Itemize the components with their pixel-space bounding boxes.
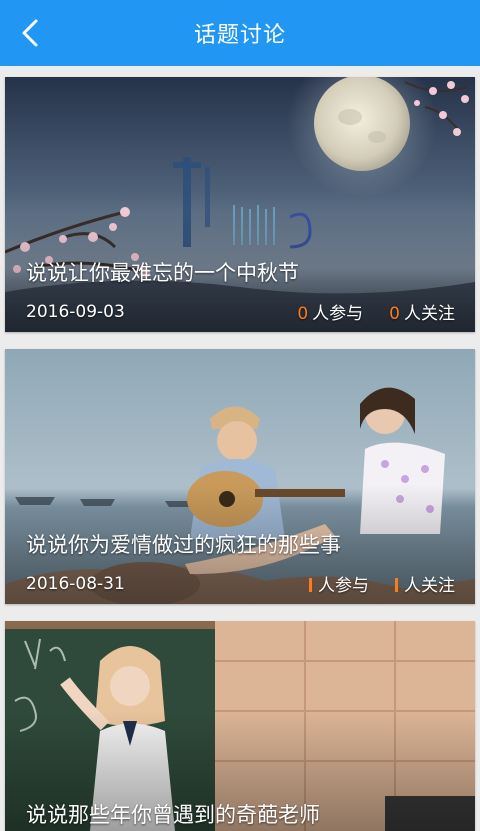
followers-label: 人关注 [404, 576, 455, 596]
topic-meta: 2016-08-31 人参与 人关注 [26, 571, 455, 597]
topic-card[interactable]: 说说那些年你曾遇到的奇葩老师 [5, 621, 475, 831]
topic-card[interactable]: 说说让你最难忘的一个中秋节 2016-09-03 0 人参与 0 人关注 [5, 77, 475, 332]
back-button[interactable] [10, 13, 50, 53]
participants-count [309, 578, 312, 592]
topic-title: 说说那些年你曾遇到的奇葩老师 [26, 803, 320, 827]
followers-count [395, 578, 398, 592]
participants-count: 0 [297, 304, 309, 324]
participants-label: 人参与 [312, 304, 364, 324]
participants-stat: 0 人参与 [297, 299, 363, 324]
topic-date: 2016-08-31 [26, 573, 125, 594]
topic-meta: 2016-09-03 0 人参与 0 人关注 [26, 299, 455, 325]
followers-label: 人关注 [404, 304, 455, 324]
topic-title: 说说让你最难忘的一个中秋节 [26, 261, 299, 285]
topic-card[interactable]: 说说你为爱情做过的疯狂的那些事 2016-08-31 人参与 人关注 [5, 349, 475, 604]
app-header: 话题讨论 [0, 0, 480, 66]
followers-stat: 人关注 [395, 571, 455, 596]
followers-count: 0 [389, 304, 400, 324]
page-title: 话题讨论 [193, 23, 286, 48]
participants-stat: 人参与 [309, 571, 369, 596]
topic-title: 说说你为爱情做过的疯狂的那些事 [26, 533, 341, 557]
followers-stat: 0 人关注 [389, 299, 455, 324]
topic-date: 2016-09-03 [26, 301, 125, 322]
participants-label: 人参与 [318, 576, 369, 596]
chevron-left-icon [22, 19, 38, 47]
